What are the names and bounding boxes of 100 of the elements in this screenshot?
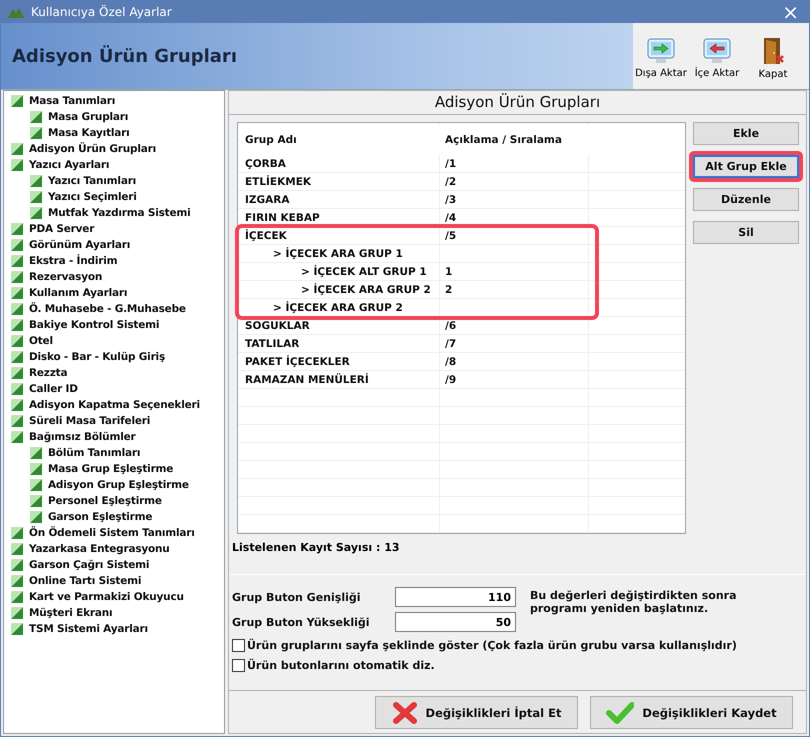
tree-node-icon xyxy=(29,174,43,188)
sidebar-item[interactable]: Rezzta xyxy=(4,365,224,381)
action-button[interactable]: Değişiklikleri İptal Et xyxy=(375,696,578,729)
tree-node-icon xyxy=(29,510,43,524)
tree-node-icon xyxy=(10,286,24,300)
sidebar-item[interactable]: Ekstra - İndirim xyxy=(4,253,224,269)
toolbar-button[interactable]: İçe Aktar xyxy=(689,27,745,89)
sidebar-item[interactable]: Yazarkasa Entegrasyonu xyxy=(4,541,224,557)
tree-node-icon xyxy=(29,446,43,460)
checkbox-label[interactable]: Ürün butonlarını otomatik diz. xyxy=(247,659,435,672)
sidebar-item[interactable]: Bölüm Tanımları xyxy=(4,445,224,461)
page-title: Adisyon Ürün Grupları xyxy=(11,46,238,66)
input-field[interactable]: 50 xyxy=(395,612,516,632)
sidebar-item[interactable]: Adisyon Grup Eşleştirme xyxy=(4,477,224,493)
sidebar-item[interactable]: Disko - Bar - Kulüp Giriş xyxy=(4,349,224,365)
tree-node-icon xyxy=(10,526,24,540)
table-cell-text: > İÇECEK ARA GRUP 2 xyxy=(300,282,432,298)
sidebar-item[interactable]: Rezervasyon xyxy=(4,269,224,285)
sidebar-item[interactable]: Ön Ödemeli Sistem Tanımları xyxy=(4,525,224,541)
tree-node-icon xyxy=(10,366,24,380)
sidebar-item[interactable]: Masa Grupları xyxy=(4,109,224,125)
sidebar-item[interactable]: Kart ve Parmakizi Okuyucu xyxy=(4,589,224,605)
field-label: Grup Buton Genişliği xyxy=(232,590,362,604)
sidebar-item[interactable]: Ö. Muhasebe - G.Muhasebe xyxy=(4,301,224,317)
sidebar-item[interactable]: Masa Grup Eşleştirme xyxy=(4,461,224,477)
tree-node-icon xyxy=(10,350,24,364)
action-button[interactable]: Alt Grup Ekle xyxy=(693,155,799,178)
action-button[interactable]: Düzenle xyxy=(693,188,799,211)
sidebar-item[interactable]: Yazıcı Ayarları xyxy=(4,157,224,173)
checkbox[interactable] xyxy=(232,659,245,672)
panel-title: Adisyon Ürün Grupları xyxy=(229,91,806,115)
tree-node-icon xyxy=(29,126,43,140)
sidebar-item[interactable]: Yazıcı Tanımları xyxy=(4,173,224,189)
sidebar-item[interactable]: Adisyon Ürün Grupları xyxy=(4,141,224,157)
sidebar-item[interactable]: Garson Çağrı Sistemi xyxy=(4,557,224,573)
table-cell-text: ÇORBA xyxy=(244,157,287,172)
table-cell-text: ETLİEKMEK xyxy=(244,174,312,190)
hint-text: Bu değerleri değiştirdikten sonra programı yeniden başlatınız. xyxy=(530,588,738,617)
record-count: Listelenen Kayıt Sayısı : 13 xyxy=(231,540,400,556)
tree-node-icon xyxy=(10,302,24,316)
sidebar-item[interactable]: TSM Sistemi Ayarları xyxy=(4,621,224,637)
sidebar-item[interactable]: Personel Eşleştirme xyxy=(4,493,224,509)
table-cell-text: İÇECEK xyxy=(244,228,288,244)
toolbar-button[interactable]: Kapat xyxy=(745,27,801,89)
sidebar-item[interactable]: Müşteri Ekranı xyxy=(4,605,224,621)
table-cell-text: 1 xyxy=(444,265,454,280)
sidebar-item[interactable]: PDA Server xyxy=(4,221,224,237)
sidebar-item[interactable]: Adisyon Kapatma Seçenekleri xyxy=(4,397,224,413)
tree-node-icon xyxy=(10,270,24,284)
sidebar-item[interactable]: Garson Eşleştirme xyxy=(4,509,224,525)
tree-node-icon xyxy=(10,542,24,556)
sidebar-item[interactable]: Bakiye Kontrol Sistemi xyxy=(4,317,224,333)
table-cell-text: SOGUKLAR xyxy=(244,319,311,334)
tree-node-icon xyxy=(29,110,43,124)
table-cell-text: /7 xyxy=(444,337,458,352)
table-cell-text: /9 xyxy=(444,373,458,388)
sidebar-item[interactable]: Caller ID xyxy=(4,381,224,397)
table-cell-text: > İÇECEK ALT GRUP 1 xyxy=(300,264,428,280)
sidebar-item[interactable]: Mutfak Yazdırma Sistemi xyxy=(4,205,224,221)
sidebar-item[interactable]: Bağımsız Bölümler xyxy=(4,429,224,445)
action-button[interactable]: Ekle xyxy=(693,122,799,145)
tree-node-icon xyxy=(10,142,24,156)
checkbox-label[interactable]: Ürün gruplarını sayfa şeklinde göster (Çok fazla ürün grubu varsa kullanışlıdır) xyxy=(247,639,737,652)
tree-node-icon xyxy=(10,414,24,428)
tree-node-icon xyxy=(10,430,24,444)
tree-node-icon xyxy=(10,318,24,332)
close-button[interactable]: × xyxy=(778,2,803,22)
column-header[interactable]: Açıklama / Sıralama xyxy=(440,125,589,155)
sidebar-item[interactable]: Süreli Masa Tarifeleri xyxy=(4,413,224,429)
table-cell-text: RAMAZAN MENÜLERİ xyxy=(244,372,370,388)
table-cell-text: /1 xyxy=(444,157,458,172)
table-cell-text: > İÇECEK ARA GRUP 2 xyxy=(272,300,404,316)
action-button[interactable]: Değişiklikleri Kaydet xyxy=(590,696,793,729)
sidebar-item[interactable]: Kullanım Ayarları xyxy=(4,285,224,301)
column-header[interactable]: Grup Adı xyxy=(240,125,440,155)
sidebar-item[interactable]: Masa Tanımları xyxy=(4,93,224,109)
sidebar-item[interactable]: Otel xyxy=(4,333,224,349)
tree-node-icon xyxy=(10,222,24,236)
tree-node-icon xyxy=(29,478,43,492)
check-icon xyxy=(606,702,634,724)
monitor-arrow-icon xyxy=(702,37,732,65)
tree-node-icon xyxy=(10,158,24,172)
sidebar-item[interactable]: Görünüm Ayarları xyxy=(4,237,224,253)
monitor-arrow-icon xyxy=(646,37,676,65)
sidebar-item[interactable]: Yazıcı Seçimleri xyxy=(4,189,224,205)
tree-node-icon xyxy=(29,462,43,476)
table-cell-text: > İÇECEK ARA GRUP 1 xyxy=(272,246,404,262)
field-label: Grup Buton Yüksekliği xyxy=(232,616,370,628)
table-cell-text: PAKET İÇECEKLER xyxy=(244,354,351,370)
sidebar-item[interactable]: Online Tartı Sistemi xyxy=(4,573,224,589)
tree-node-icon xyxy=(10,558,24,572)
table-cell-text: /3 xyxy=(444,193,458,208)
table-cell-text: /4 xyxy=(444,211,458,226)
cross-icon xyxy=(392,700,418,724)
sidebar-item[interactable]: Masa Kayıtları xyxy=(4,125,224,141)
table-cell-text: /2 xyxy=(444,175,458,190)
action-button[interactable]: Sil xyxy=(693,221,799,244)
checkbox[interactable] xyxy=(232,639,245,652)
input-field[interactable]: 110 xyxy=(395,587,516,607)
toolbar-button[interactable]: Dışa Aktar xyxy=(633,27,689,89)
